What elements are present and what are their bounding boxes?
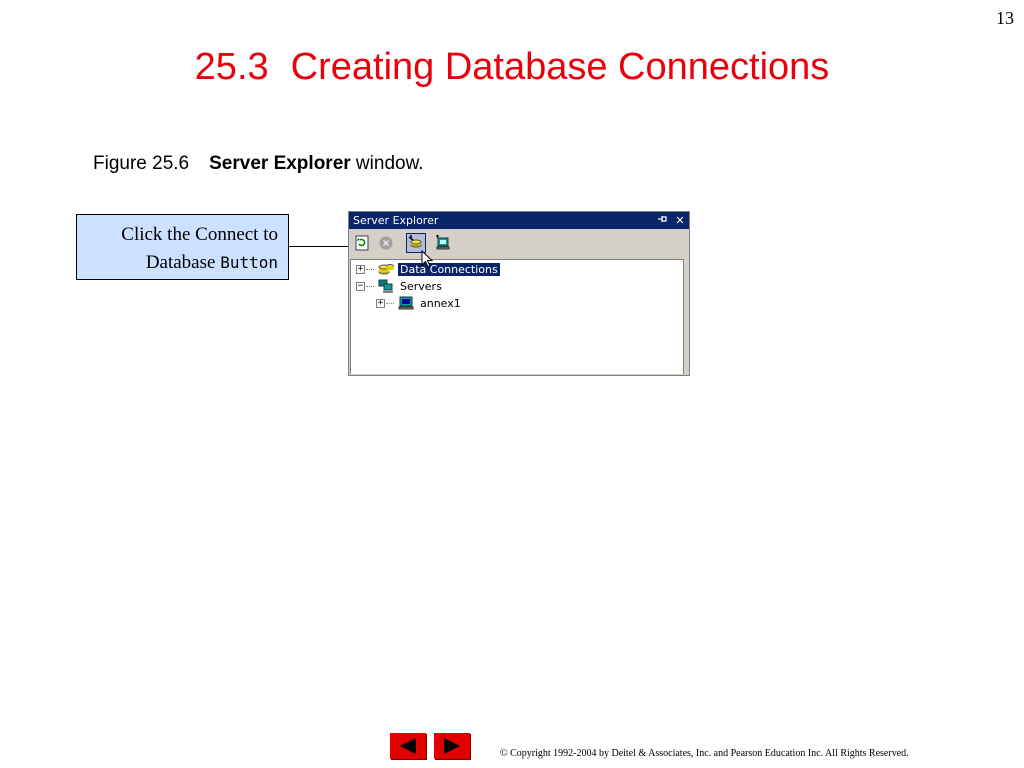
next-slide-icon <box>444 738 460 754</box>
copyright-footer: © Copyright 1992-2004 by Deitel & Associ… <box>500 748 909 759</box>
caption-bold: Server Explorer <box>209 153 351 174</box>
tree-label: annex1 <box>420 296 461 310</box>
page-number: 13 <box>996 8 1014 28</box>
stop-button[interactable] <box>376 233 396 253</box>
callout-box: Click the Connect to Database Button <box>76 214 289 280</box>
server-explorer-window: Server Explorer ✕ + Data Connections − S… <box>348 211 690 376</box>
pin-icon[interactable] <box>653 214 671 227</box>
tree-node-annex1[interactable]: + annex1 <box>376 295 463 311</box>
scrollbar-edge[interactable] <box>683 259 688 374</box>
refresh-icon <box>355 235 369 251</box>
connect-to-server-button[interactable] <box>433 233 453 253</box>
callout-line-2a: Database <box>145 252 221 273</box>
tree-label: Data Connections <box>397 261 501 277</box>
callout-line-1: Click the Connect to <box>121 224 278 245</box>
figure-number: Figure 25.6 <box>93 153 190 174</box>
previous-slide-button[interactable] <box>390 733 426 759</box>
caption-rest: window. <box>350 153 424 174</box>
title-text: Creating Database Connections <box>290 46 830 88</box>
expand-toggle[interactable]: + <box>376 298 385 308</box>
close-icon[interactable]: ✕ <box>671 214 689 227</box>
tree-label: Servers <box>400 279 442 293</box>
window-titlebar: Server Explorer ✕ <box>349 212 689 229</box>
figure-caption: Figure 25.6 Server Explorer window. <box>93 153 424 175</box>
connect-to-server-icon <box>436 235 450 250</box>
stop-icon <box>379 236 393 250</box>
computer-icon <box>397 295 415 311</box>
tree-node-servers[interactable]: − Servers <box>356 278 444 294</box>
callout-line-2: Database Button <box>83 249 278 277</box>
collapse-toggle[interactable]: − <box>356 281 365 291</box>
database-icon <box>377 261 395 277</box>
window-title: Server Explorer <box>353 214 439 227</box>
window-toolbar <box>349 229 689 258</box>
previous-slide-icon <box>400 738 416 754</box>
slide-title: 25.3 Creating Database Connections <box>0 46 1024 89</box>
callout-line-2b: Button <box>220 253 278 272</box>
expand-toggle[interactable]: + <box>356 264 365 274</box>
mouse-pointer-icon <box>421 250 433 268</box>
servers-icon <box>377 278 395 294</box>
refresh-button[interactable] <box>352 233 372 253</box>
section-number: 25.3 <box>194 46 269 88</box>
server-tree: + Data Connections − Servers + annex1 <box>350 259 684 374</box>
next-slide-button[interactable] <box>434 733 470 759</box>
